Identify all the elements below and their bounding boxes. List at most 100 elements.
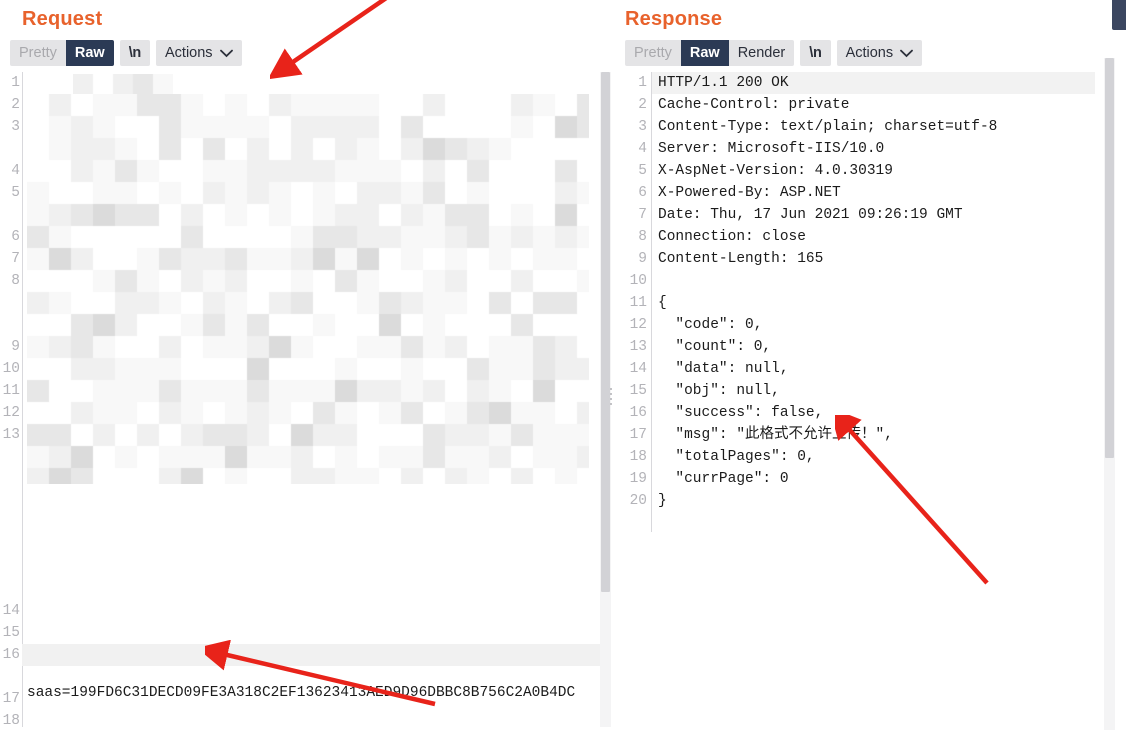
request-newline-button[interactable]: \n xyxy=(119,40,150,66)
request-line-number: 9 xyxy=(11,339,20,355)
request-line-number: 15 xyxy=(2,625,20,641)
response-line: "code": 0, xyxy=(658,317,763,333)
response-line: "count": 0, xyxy=(658,339,772,355)
chevron-down-icon xyxy=(219,49,233,58)
response-line-number: 1 xyxy=(638,75,647,91)
request-line-number: 14 xyxy=(2,603,20,619)
request-line-number-blank xyxy=(0,446,20,468)
redacted-body-region xyxy=(27,94,589,484)
request-line-number-blank xyxy=(0,534,20,556)
panel-splitter-handle[interactable] xyxy=(609,388,614,405)
request-line-number: 8 xyxy=(11,273,20,289)
request-line-numbers: 12345678910111213141516171819 xyxy=(0,72,20,730)
response-line xyxy=(658,270,997,292)
response-actions-button[interactable]: Actions xyxy=(836,40,923,66)
response-newline-button[interactable]: \n xyxy=(800,40,831,66)
response-line: "totalPages": 0, xyxy=(658,449,815,465)
request-line-number-blank xyxy=(0,292,20,314)
request-line-number: 12 xyxy=(2,405,20,421)
response-line: Server: Microsoft-IIS/10.0 xyxy=(658,141,885,157)
response-line: HTTP/1.1 200 OK xyxy=(658,75,789,91)
response-line-number: 4 xyxy=(638,141,647,157)
response-line-number: 12 xyxy=(629,317,647,333)
request-line-number-blank xyxy=(0,578,20,600)
response-line-number: 15 xyxy=(629,383,647,399)
response-line-number: 18 xyxy=(629,449,647,465)
response-line-number: 19 xyxy=(629,471,647,487)
request-line-number: 18 xyxy=(2,713,20,729)
request-line-number: 2 xyxy=(11,97,20,113)
response-line: "obj": null, xyxy=(658,383,780,399)
response-title: Response xyxy=(625,8,723,30)
request-line-number-blank xyxy=(0,556,20,578)
request-scrollbar-thumb[interactable] xyxy=(601,72,610,592)
chevron-down-icon xyxy=(900,49,914,58)
response-line: X-AspNet-Version: 4.0.30319 xyxy=(658,163,893,179)
response-line-number: 10 xyxy=(629,273,647,289)
request-line-number: 17 xyxy=(2,691,20,707)
request-line-number: 16 xyxy=(2,647,20,663)
redacted-url-region xyxy=(73,74,173,94)
request-saas-line-1: saas=199FD6C31DECD09FE3A318C2EF13623413A… xyxy=(27,685,576,701)
request-line-number: 6 xyxy=(11,229,20,245)
response-view-mode-group: Pretty Raw Render xyxy=(625,40,795,66)
response-line-number: 16 xyxy=(629,405,647,421)
response-pretty-button[interactable]: Pretty xyxy=(625,40,681,66)
request-line-number-blank xyxy=(0,512,20,534)
response-line: { xyxy=(658,295,667,311)
request-line-number: 10 xyxy=(2,361,20,377)
request-line-number: 4 xyxy=(11,163,20,179)
request-line-number: 5 xyxy=(11,185,20,201)
request-line-number: 3 xyxy=(11,119,20,135)
request-toolbar: Pretty Raw \n Actions xyxy=(10,40,242,66)
request-line-number-blank xyxy=(0,204,20,226)
response-line-number: 8 xyxy=(638,229,647,245)
response-line-number: 7 xyxy=(638,207,647,223)
response-line-number: 5 xyxy=(638,163,647,179)
response-line: Content-Length: 165 xyxy=(658,251,824,267)
window-corner-tab[interactable] xyxy=(1112,0,1126,30)
response-line: Date: Thu, 17 Jun 2021 09:26:19 GMT xyxy=(658,207,963,223)
request-panel: Request Pretty Raw \n Actions 1234567891… xyxy=(0,0,612,730)
request-line-number: 11 xyxy=(2,383,20,399)
request-actions-button[interactable]: Actions xyxy=(156,40,242,66)
response-line: "data": null, xyxy=(658,361,789,377)
response-line-number: 13 xyxy=(629,339,647,355)
response-line: Content-Type: text/plain; charset=utf-8 xyxy=(658,119,998,135)
response-scrollbar-thumb[interactable] xyxy=(1105,58,1114,458)
request-line-number-blank xyxy=(0,314,20,336)
response-line: "msg": "此格式不允许上传！", xyxy=(658,427,893,443)
request-line-number-blank xyxy=(0,490,20,512)
request-line-number: 1 xyxy=(11,75,20,91)
response-line-numbers: 1 2 3 4 5 6 7 8 9 10 11 12 13 14 15 16 17 18 19 20 xyxy=(625,72,647,512)
response-render-button[interactable]: Render xyxy=(728,40,795,66)
response-line-number: 3 xyxy=(638,119,647,135)
request-raw-button[interactable]: Raw xyxy=(65,40,114,66)
request-line-number-blank xyxy=(0,468,20,490)
request-line-number-blank xyxy=(0,138,20,160)
response-toolbar: Pretty Raw Render \n Actions xyxy=(625,40,923,66)
response-line-number: 20 xyxy=(629,493,647,509)
request-view-mode-group: Pretty Raw xyxy=(10,40,114,66)
response-line-number: 9 xyxy=(638,251,647,267)
response-actions-label: Actions xyxy=(845,45,894,61)
burp-repeater-window: Request Pretty Raw \n Actions 1234567891… xyxy=(0,0,1126,730)
response-line: X-Powered-By: ASP.NET xyxy=(658,185,841,201)
response-scrollbar[interactable] xyxy=(1104,58,1115,730)
request-title: Request xyxy=(22,8,103,30)
response-line: Cache-Control: private xyxy=(658,97,850,113)
request-line-number: 7 xyxy=(11,251,20,267)
response-body-text: HTTP/1.1 200 OK Cache-Control: private Con… xyxy=(658,72,997,512)
response-raw-button[interactable]: Raw xyxy=(680,40,729,66)
response-gutter-divider xyxy=(651,72,652,532)
response-line: } xyxy=(658,493,667,509)
request-pretty-button[interactable]: Pretty xyxy=(10,40,66,66)
response-line: "currPage": 0 xyxy=(658,471,789,487)
response-line-number: 14 xyxy=(629,361,647,377)
response-line-number: 6 xyxy=(638,185,647,201)
response-line-number: 17 xyxy=(629,427,647,443)
response-editor[interactable]: 1 2 3 4 5 6 7 8 9 10 11 12 13 14 15 16 17 18 19 20 HTTP/1.1… xyxy=(625,72,1095,542)
response-line-number: 11 xyxy=(629,295,647,311)
request-line-number-blank xyxy=(0,666,20,688)
request-gutter-divider xyxy=(22,72,23,727)
